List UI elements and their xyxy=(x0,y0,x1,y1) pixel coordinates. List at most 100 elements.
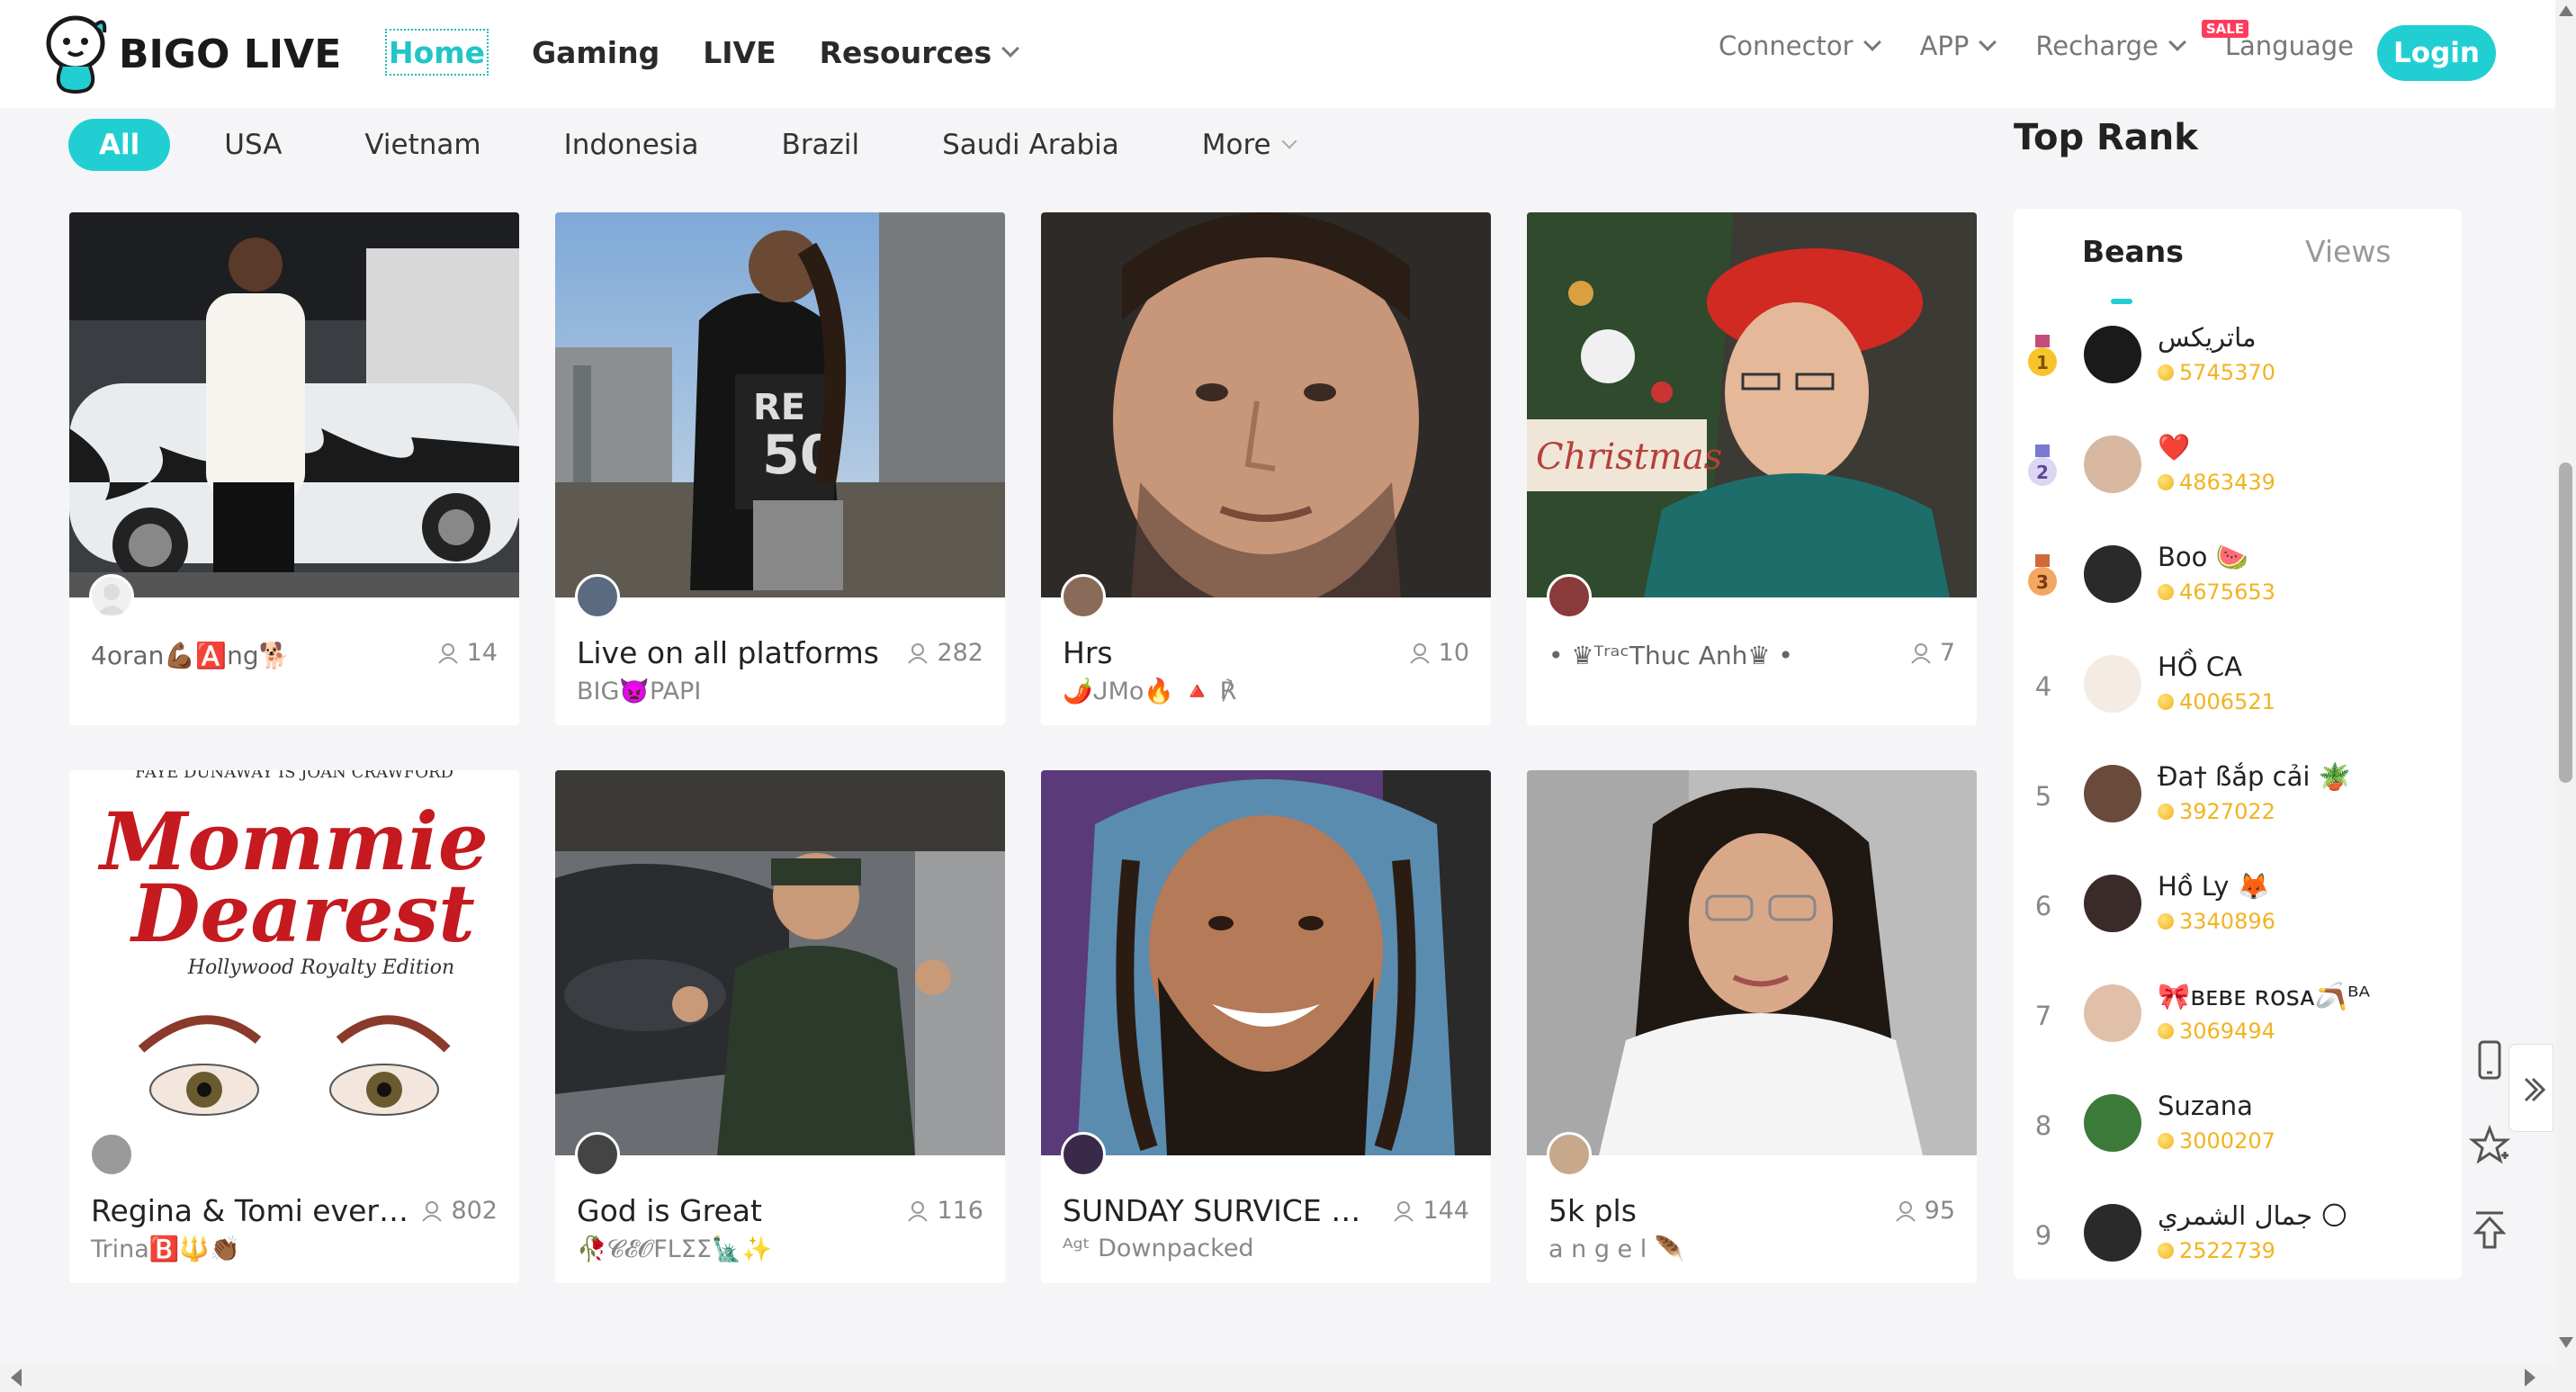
ranker-beans-value: 4006521 xyxy=(2179,689,2275,714)
ranker-beans: 3000207 xyxy=(2158,1128,2275,1154)
stream-title: SUNDAY SURVICE 🙏🏼… xyxy=(1063,1193,1387,1228)
stream-thumbnail: RE 50 xyxy=(555,212,1005,597)
filter-vietnam[interactable]: Vietnam xyxy=(364,119,480,171)
filter-more[interactable]: More xyxy=(1202,119,1297,171)
scroll-left-arrow[interactable] xyxy=(11,1369,22,1387)
language-menu[interactable]: SALE Language xyxy=(2201,20,2354,61)
sale-badge: SALE xyxy=(2201,20,2249,38)
stream-title: Regina & Tomi every… xyxy=(91,1193,415,1228)
poster-top-line: FAYE DUNAWAY IS JOAN CRAWFORD xyxy=(135,770,453,782)
connector-menu[interactable]: Connector xyxy=(1719,31,1881,61)
scroll-down-arrow[interactable] xyxy=(2559,1337,2573,1348)
streamer-name: 🌶️ᒍMo🔥 🔺 ℟ xyxy=(1063,678,1237,705)
ranker-beans-value: 5745370 xyxy=(2179,360,2275,385)
nav-home[interactable]: Home xyxy=(385,29,489,76)
rank-row[interactable]: 6 Hồ Ly 🦊 3340896 xyxy=(2014,862,2462,961)
ranker-beans: 3927022 xyxy=(2158,799,2275,824)
viewer-count-value: 14 xyxy=(466,639,498,667)
live-card[interactable]: FAYE DUNAWAY IS JOAN CRAWFORD Mommie Dea… xyxy=(69,770,519,1283)
rank-row[interactable]: 8 Suzana 3000207 xyxy=(2014,1082,2462,1181)
ranker-beans: 5745370 xyxy=(2158,360,2275,385)
vertical-scrollbar[interactable] xyxy=(2555,0,2576,1392)
collapse-tab[interactable] xyxy=(2509,1044,2554,1132)
rank-row[interactable]: 1 ماتريكس 5745370 xyxy=(2014,313,2462,412)
ranker-beans: 4006521 xyxy=(2158,689,2275,714)
viewers-icon xyxy=(422,1200,443,1222)
nav-resources-label: Resources xyxy=(819,34,992,70)
bigo-logo[interactable]: BIGO LIVE xyxy=(41,13,341,95)
live-card[interactable]: Christmas • ♛ᵀʳᵃᶜThuc Anh♛ • 7 xyxy=(1527,212,1977,725)
ranker-name: 🎀ʙᴇʙᴇ ʀᴏsᴀ🪃ᴮᴬ xyxy=(2158,981,2371,1011)
streamer-name: 🥀𝓒𝓔𝓞FLΣΣ🗽✨ xyxy=(577,1235,773,1263)
tab-beans[interactable]: Beans xyxy=(2082,234,2184,269)
viewers-icon xyxy=(437,642,458,664)
nav-right: Connector APP Recharge SALE Language xyxy=(1719,20,2395,61)
poster-title-2: Dearest xyxy=(129,867,475,960)
streamer-avatar xyxy=(1547,574,1592,619)
star-add-icon[interactable] xyxy=(2467,1123,2512,1168)
bean-icon xyxy=(2158,1023,2174,1039)
ranker-beans-value: 3340896 xyxy=(2179,909,2275,934)
viewer-count: 802 xyxy=(420,1197,498,1225)
ranker-beans: 3069494 xyxy=(2158,1019,2275,1044)
ranker-beans-value: 4675653 xyxy=(2179,579,2275,605)
back-to-top-icon[interactable] xyxy=(2467,1208,2512,1253)
ranker-beans-value: 4863439 xyxy=(2179,470,2275,495)
poster-tagline: Hollywood Royalty Edition xyxy=(187,956,454,979)
nav-live[interactable]: LIVE xyxy=(703,29,776,76)
rank-row[interactable]: 5 Đa† ßắp cải 🪴 3927022 xyxy=(2014,752,2462,851)
rank-row[interactable]: 9 جمال الشمري 🌕 2522739 xyxy=(2014,1191,2462,1290)
stream-title: • ♛ᵀʳᵃᶜThuc Anh♛ • xyxy=(1548,641,1793,670)
live-card[interactable]: Hrs 10 🌶️ᒍMo🔥 🔺 ℟ xyxy=(1041,212,1491,725)
viewer-count: 95 xyxy=(1894,1197,1955,1225)
horizontal-scrollbar[interactable] xyxy=(0,1364,2555,1392)
chevron-down-icon xyxy=(1979,33,1997,51)
chevron-down-icon xyxy=(1281,133,1297,149)
filter-indonesia[interactable]: Indonesia xyxy=(564,119,699,171)
rank-row[interactable]: 7 🎀ʙᴇʙᴇ ʀᴏsᴀ🪃ᴮᴬ 3069494 xyxy=(2014,972,2462,1071)
bean-icon xyxy=(2158,804,2174,820)
bean-icon xyxy=(2158,584,2174,600)
live-card[interactable]: 4oran💪🏾🅰️ng🐕 14 xyxy=(69,212,519,725)
filter-brazil[interactable]: Brazil xyxy=(782,119,860,171)
ranker-name: ❤️ xyxy=(2158,432,2191,463)
filter-usa[interactable]: USA xyxy=(224,119,282,171)
stream-title: Live on all platforms xyxy=(577,635,879,670)
nav-resources[interactable]: Resources xyxy=(819,29,1019,76)
stream-thumbnail xyxy=(69,212,519,597)
tab-views[interactable]: Views xyxy=(2305,234,2392,269)
viewer-count-value: 7 xyxy=(1939,639,1955,667)
rank-number: 4 xyxy=(2034,671,2052,702)
filter-all[interactable]: All xyxy=(68,119,171,171)
bronze-medal-icon: 3 xyxy=(2028,554,2057,596)
app-menu[interactable]: APP xyxy=(1920,31,1997,61)
bigo-mascot-icon xyxy=(46,15,107,94)
recharge-menu[interactable]: Recharge xyxy=(2035,31,2186,61)
viewer-count-value: 116 xyxy=(937,1197,983,1225)
silver-medal-icon: 2 xyxy=(2028,445,2057,486)
stream-thumbnail xyxy=(555,770,1005,1155)
ranker-beans-value: 3069494 xyxy=(2179,1019,2275,1044)
scroll-up-arrow[interactable] xyxy=(2559,5,2573,16)
scrollbar-thumb[interactable] xyxy=(2559,463,2572,783)
filter-saudi-arabia[interactable]: Saudi Arabia xyxy=(942,119,1119,171)
login-button[interactable]: Login xyxy=(2377,25,2496,81)
chevron-down-icon xyxy=(1001,40,1019,58)
bean-icon xyxy=(2158,694,2174,710)
stream-title: Hrs xyxy=(1063,635,1113,670)
live-card[interactable]: 5k pls 95 a n g e l 🪶 xyxy=(1527,770,1977,1283)
live-card[interactable]: SUNDAY SURVICE 🙏🏼… 144 ᴬᵍᵗ Downpacked xyxy=(1041,770,1491,1283)
live-card[interactable]: God is Great 116 🥀𝓒𝓔𝓞FLΣΣ🗽✨ xyxy=(555,770,1005,1283)
rank-number: 8 xyxy=(2034,1110,2052,1141)
live-card[interactable]: RE 50 Live on all platforms 282 BIG👿PAPI xyxy=(555,212,1005,725)
viewers-icon xyxy=(1409,642,1430,664)
top-navbar: BIGO LIVE Home Gaming LIVE Resources Con… xyxy=(0,0,2555,108)
rank-row[interactable]: 3 Boo 🍉 4675653 xyxy=(2014,533,2462,632)
rank-row[interactable]: 4 HỒ CA 4006521 xyxy=(2014,642,2462,741)
rank-row[interactable]: 2 ❤️ 4863439 xyxy=(2014,423,2462,522)
ranker-name: Boo 🍉 xyxy=(2158,542,2248,572)
ranker-avatar xyxy=(2084,1094,2141,1152)
mobile-icon[interactable] xyxy=(2467,1038,2512,1083)
nav-gaming[interactable]: Gaming xyxy=(532,29,660,76)
scroll-right-arrow[interactable] xyxy=(2525,1369,2536,1387)
